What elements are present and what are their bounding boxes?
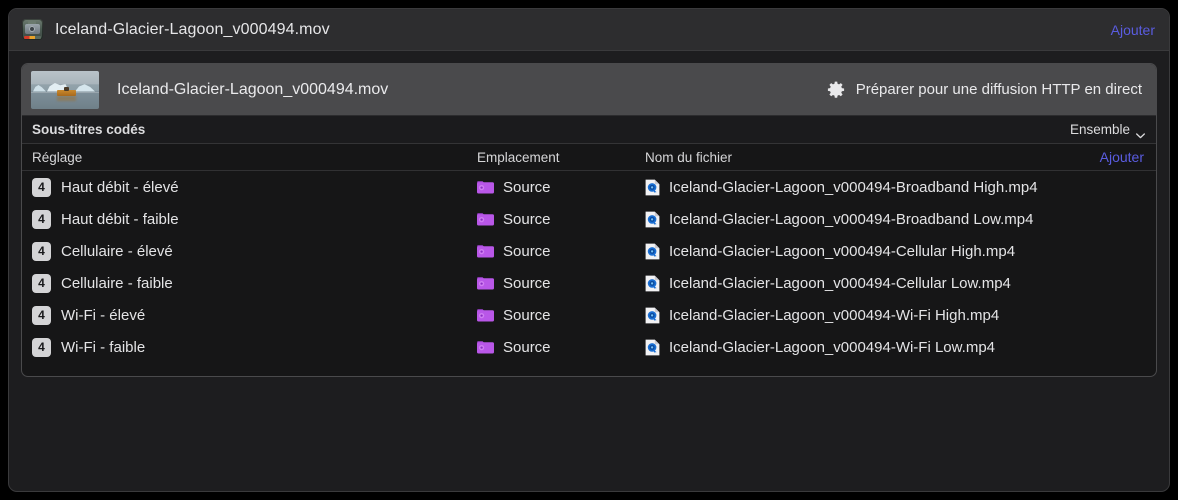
cell-location[interactable]: Source xyxy=(477,179,645,196)
cell-setting: 4 Cellulaire - élevé xyxy=(22,242,477,261)
table-row[interactable]: 4 Wi-Fi - faible Source xyxy=(22,331,1156,363)
quicktime-file-icon xyxy=(645,243,660,260)
cell-location[interactable]: Source xyxy=(477,211,645,228)
setting-name: Cellulaire - élevé xyxy=(61,243,173,260)
table-row[interactable]: 4 Cellulaire - élevé Source xyxy=(22,235,1156,267)
cell-filename: Iceland-Glacier-Lagoon_v000494-Cellular … xyxy=(645,243,1156,260)
caption-set-dropdown[interactable]: Ensemble xyxy=(1070,122,1145,137)
quicktime-file-icon xyxy=(645,211,660,228)
titlebar-add-button[interactable]: Ajouter xyxy=(1111,22,1155,38)
source-media-row[interactable]: Iceland-Glacier-Lagoon_v000494.mov Prépa… xyxy=(22,64,1156,116)
table-row[interactable]: 4 Cellulaire - faible Source xyxy=(22,267,1156,299)
filename: Iceland-Glacier-Lagoon_v000494-Cellular … xyxy=(669,275,1011,292)
output-table-header: Réglage Emplacement Nom du fichier Ajout… xyxy=(22,144,1156,171)
filename: Iceland-Glacier-Lagoon_v000494-Broadband… xyxy=(669,211,1033,228)
source-thumbnail xyxy=(31,71,99,109)
setting-name: Cellulaire - faible xyxy=(61,275,173,292)
setting-version-badge: 4 xyxy=(32,306,51,325)
closed-captions-section-bar: Sous-titres codés Ensemble xyxy=(22,116,1156,144)
table-row[interactable]: 4 Haut débit - faible Source xyxy=(22,203,1156,235)
filename: Iceland-Glacier-Lagoon_v000494-Wi-Fi Low… xyxy=(669,339,995,356)
window-title: Iceland-Glacier-Lagoon_v000494.mov xyxy=(55,21,330,39)
job-list-panel: Iceland-Glacier-Lagoon_v000494.mov Prépa… xyxy=(21,63,1157,377)
setting-version-badge: 4 xyxy=(32,242,51,261)
cell-filename: Iceland-Glacier-Lagoon_v000494-Cellular … xyxy=(645,275,1156,292)
empty-drop-area xyxy=(21,379,1157,481)
setting-name: Wi-Fi - élevé xyxy=(61,307,145,324)
column-header-setting: Réglage xyxy=(22,150,477,165)
column-header-filename: Nom du fichier xyxy=(645,150,1100,165)
closed-captions-title: Sous-titres codés xyxy=(32,122,145,137)
prepare-http-live-streaming-label: Préparer pour une diffusion HTTP en dire… xyxy=(856,81,1142,98)
setting-version-badge: 4 xyxy=(32,178,51,197)
cell-filename: Iceland-Glacier-Lagoon_v000494-Wi-Fi Hig… xyxy=(645,307,1156,324)
setting-version-badge: 4 xyxy=(32,274,51,293)
source-folder-icon xyxy=(477,212,494,226)
table-row[interactable]: 4 Wi-Fi - élevé Source xyxy=(22,299,1156,331)
source-folder-icon xyxy=(477,180,494,194)
chevron-down-icon xyxy=(1136,127,1145,133)
table-row[interactable]: 4 Haut débit - élevé Source xyxy=(22,171,1156,203)
gear-icon xyxy=(827,81,845,99)
cell-setting: 4 Wi-Fi - élevé xyxy=(22,306,477,325)
job-window-panel: Iceland-Glacier-Lagoon_v000494.mov Ajout… xyxy=(8,8,1170,492)
setting-name: Haut débit - élevé xyxy=(61,179,179,196)
column-header-location: Emplacement xyxy=(477,150,645,165)
setting-version-badge: 4 xyxy=(32,338,51,357)
add-output-button[interactable]: Ajouter xyxy=(1100,149,1156,165)
compressor-app-icon xyxy=(22,19,43,40)
location-name: Source xyxy=(503,275,551,292)
quicktime-file-icon xyxy=(645,275,660,292)
cell-setting: 4 Haut débit - faible xyxy=(22,210,477,229)
quicktime-file-icon xyxy=(645,307,660,324)
setting-name: Haut débit - faible xyxy=(61,211,179,228)
output-rows-list: 4 Haut débit - élevé Source xyxy=(22,171,1156,363)
cell-location[interactable]: Source xyxy=(477,243,645,260)
source-folder-icon xyxy=(477,276,494,290)
quicktime-file-icon xyxy=(645,179,660,196)
cell-setting: 4 Haut débit - élevé xyxy=(22,178,477,197)
cell-filename: Iceland-Glacier-Lagoon_v000494-Broadband… xyxy=(645,211,1156,228)
cell-setting: 4 Wi-Fi - faible xyxy=(22,338,477,357)
source-media-filename: Iceland-Glacier-Lagoon_v000494.mov xyxy=(117,81,388,99)
cell-location[interactable]: Source xyxy=(477,307,645,324)
filename: Iceland-Glacier-Lagoon_v000494-Cellular … xyxy=(669,243,1015,260)
source-folder-icon xyxy=(477,244,494,258)
setting-name: Wi-Fi - faible xyxy=(61,339,145,356)
cell-filename: Iceland-Glacier-Lagoon_v000494-Wi-Fi Low… xyxy=(645,339,1156,356)
location-name: Source xyxy=(503,339,551,356)
source-folder-icon xyxy=(477,308,494,322)
quicktime-file-icon xyxy=(645,339,660,356)
location-name: Source xyxy=(503,307,551,324)
cell-location[interactable]: Source xyxy=(477,339,645,356)
location-name: Source xyxy=(503,243,551,260)
filename: Iceland-Glacier-Lagoon_v000494-Wi-Fi Hig… xyxy=(669,307,999,324)
source-folder-icon xyxy=(477,340,494,354)
filename: Iceland-Glacier-Lagoon_v000494-Broadband… xyxy=(669,179,1038,196)
window-titlebar: Iceland-Glacier-Lagoon_v000494.mov Ajout… xyxy=(9,9,1169,51)
caption-set-dropdown-label: Ensemble xyxy=(1070,122,1130,137)
location-name: Source xyxy=(503,179,551,196)
setting-version-badge: 4 xyxy=(32,210,51,229)
cell-setting: 4 Cellulaire - faible xyxy=(22,274,477,293)
cell-location[interactable]: Source xyxy=(477,275,645,292)
cell-filename: Iceland-Glacier-Lagoon_v000494-Broadband… xyxy=(645,179,1156,196)
prepare-http-live-streaming-button[interactable]: Préparer pour une diffusion HTTP en dire… xyxy=(827,81,1142,99)
location-name: Source xyxy=(503,211,551,228)
